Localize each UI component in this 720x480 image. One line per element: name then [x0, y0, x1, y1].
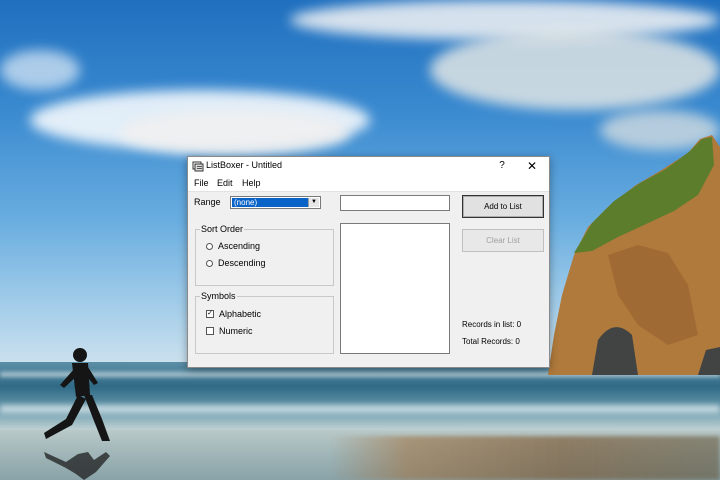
ascending-label: Ascending — [218, 241, 261, 251]
radio-descending[interactable] — [206, 260, 213, 267]
records-in-list: Records in list: 0 — [462, 320, 522, 329]
rock-reflection — [330, 436, 720, 480]
range-combobox[interactable]: (none) ▼ — [230, 196, 321, 209]
range-selected-value: (none) — [232, 198, 308, 207]
numeric-label: Numeric — [219, 326, 253, 336]
symbols-title: Symbols — [200, 291, 237, 301]
symbols-group — [195, 296, 334, 354]
close-button[interactable]: ✕ — [524, 158, 540, 174]
alphabetic-label: Alphabetic — [219, 309, 262, 319]
chevron-down-icon[interactable]: ▼ — [308, 198, 319, 207]
menu-bar: File Edit Help — [188, 175, 549, 192]
checkbox-alphabetic[interactable]: ✓ — [206, 310, 214, 318]
add-to-list-button[interactable]: Add to List — [462, 195, 544, 218]
sort-order-title: Sort Order — [200, 224, 245, 234]
descending-label: Descending — [218, 258, 266, 268]
total-records: Total Records: 0 — [462, 337, 520, 346]
records-listbox[interactable] — [340, 223, 450, 354]
cloud — [120, 110, 350, 155]
menu-edit[interactable]: Edit — [217, 178, 233, 188]
range-label: Range — [194, 197, 221, 207]
listboxer-window: ListBoxer - Untitled ? ✕ File Edit Help … — [187, 156, 550, 368]
cloud — [430, 30, 720, 110]
help-titlebar-button[interactable]: ? — [494, 158, 510, 174]
clear-list-button[interactable]: Clear List — [462, 229, 544, 252]
cloud — [0, 50, 80, 90]
window-title: ListBoxer - Untitled — [206, 160, 283, 170]
menu-help[interactable]: Help — [242, 178, 261, 188]
app-icon — [192, 161, 204, 172]
checkbox-numeric[interactable] — [206, 327, 214, 335]
radio-ascending[interactable] — [206, 243, 213, 250]
menu-file[interactable]: File — [194, 178, 209, 188]
sea-arch-rock — [548, 135, 720, 375]
title-bar[interactable]: ListBoxer - Untitled ? ✕ — [188, 157, 549, 175]
entry-input[interactable] — [340, 195, 450, 211]
runner-silhouette — [44, 348, 110, 441]
runner-reflection — [44, 452, 110, 480]
